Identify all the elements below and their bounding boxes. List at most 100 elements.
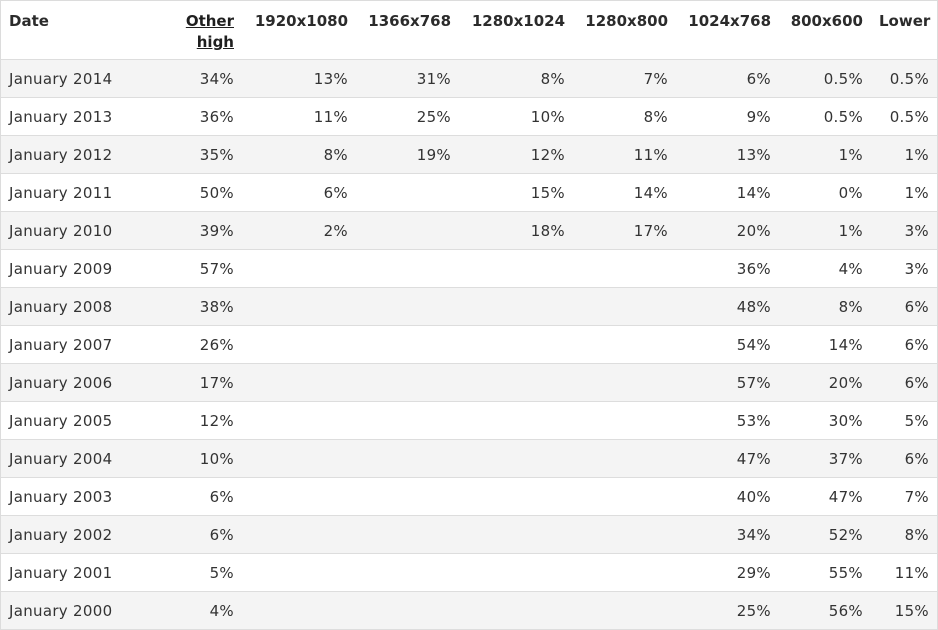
value-cell-other-high: 34% (161, 59, 242, 98)
column-header-link-other-high[interactable]: Other high (169, 11, 234, 53)
table-row: January 2011 50% 6% 15% 14% 14% 0% 1% (1, 173, 937, 212)
value-cell-other-high: 50% (161, 173, 242, 212)
value-cell-1920x1080 (242, 249, 356, 288)
table-row: January 2003 6% 40% 47% 7% (1, 477, 937, 516)
value-cell-1280x800 (573, 591, 676, 630)
value-cell-1280x1024: 15% (459, 173, 573, 212)
date-cell: January 2003 (1, 477, 161, 516)
value-cell-1280x1024 (459, 515, 573, 554)
value-cell-1280x1024 (459, 553, 573, 592)
column-header-other-high: Other high (161, 1, 242, 60)
value-cell-1024x768: 13% (676, 135, 779, 174)
value-cell-1366x768 (356, 287, 459, 326)
value-cell-800x600: 8% (779, 287, 871, 326)
value-cell-1024x768: 54% (676, 325, 779, 364)
value-cell-1280x800: 8% (573, 97, 676, 136)
value-cell-1920x1080 (242, 401, 356, 440)
value-cell-800x600: 37% (779, 439, 871, 478)
value-cell-1280x800: 14% (573, 173, 676, 212)
value-cell-lower: 0.5% (871, 97, 937, 136)
table-row: January 2002 6% 34% 52% 8% (1, 515, 937, 554)
table-header: Date Other high 1920x1080 1366x768 1280x1024… (1, 1, 937, 60)
value-cell-1280x1024 (459, 325, 573, 364)
screen-resolution-table: Date Other high 1920x1080 1366x768 1280x1024… (1, 1, 937, 630)
value-cell-1024x768: 25% (676, 591, 779, 630)
value-cell-1920x1080 (242, 363, 356, 402)
value-cell-lower: 5% (871, 401, 937, 440)
date-cell: January 2012 (1, 135, 161, 174)
value-cell-other-high: 39% (161, 211, 242, 250)
table-row: January 2007 26% 54% 14% 6% (1, 325, 937, 364)
value-cell-1366x768 (356, 173, 459, 212)
value-cell-1280x1024 (459, 591, 573, 630)
value-cell-800x600: 20% (779, 363, 871, 402)
value-cell-lower: 11% (871, 553, 937, 592)
value-cell-800x600: 1% (779, 211, 871, 250)
value-cell-1366x768 (356, 249, 459, 288)
value-cell-other-high: 10% (161, 439, 242, 478)
column-header-date: Date (1, 1, 161, 60)
value-cell-800x600: 1% (779, 135, 871, 174)
value-cell-1024x768: 9% (676, 97, 779, 136)
value-cell-1024x768: 57% (676, 363, 779, 402)
value-cell-1366x768: 31% (356, 59, 459, 98)
table-body: January 2014 34% 13% 31% 8% 7% 6% 0.5% 0.5% Janua… (1, 59, 937, 630)
value-cell-1366x768 (356, 363, 459, 402)
value-cell-lower: 1% (871, 135, 937, 174)
date-cell: January 2006 (1, 363, 161, 402)
column-header-1280x800: 1280x800 (573, 1, 676, 60)
value-cell-1920x1080 (242, 477, 356, 516)
date-cell: January 2011 (1, 173, 161, 212)
value-cell-800x600: 0.5% (779, 59, 871, 98)
date-cell: January 2013 (1, 97, 161, 136)
value-cell-1024x768: 40% (676, 477, 779, 516)
value-cell-other-high: 17% (161, 363, 242, 402)
value-cell-lower: 6% (871, 287, 937, 326)
value-cell-1366x768 (356, 591, 459, 630)
value-cell-other-high: 6% (161, 515, 242, 554)
value-cell-1280x1024: 10% (459, 97, 573, 136)
value-cell-1024x768: 34% (676, 515, 779, 554)
value-cell-1280x1024 (459, 363, 573, 402)
value-cell-1366x768 (356, 211, 459, 250)
value-cell-1280x800 (573, 363, 676, 402)
date-cell: January 2005 (1, 401, 161, 440)
table-row: January 2009 57% 36% 4% 3% (1, 249, 937, 288)
value-cell-other-high: 36% (161, 97, 242, 136)
value-cell-800x600: 14% (779, 325, 871, 364)
value-cell-lower: 0.5% (871, 59, 937, 98)
value-cell-1280x800 (573, 515, 676, 554)
value-cell-1024x768: 47% (676, 439, 779, 478)
date-cell: January 2009 (1, 249, 161, 288)
table-row: January 2010 39% 2% 18% 17% 20% 1% 3% (1, 211, 937, 250)
value-cell-1280x800 (573, 287, 676, 326)
value-cell-1024x768: 14% (676, 173, 779, 212)
date-cell: January 2000 (1, 591, 161, 630)
value-cell-1366x768 (356, 553, 459, 592)
value-cell-other-high: 4% (161, 591, 242, 630)
value-cell-800x600: 56% (779, 591, 871, 630)
value-cell-800x600: 55% (779, 553, 871, 592)
value-cell-1920x1080: 11% (242, 97, 356, 136)
value-cell-1366x768 (356, 439, 459, 478)
date-cell: January 2008 (1, 287, 161, 326)
value-cell-1920x1080 (242, 515, 356, 554)
value-cell-other-high: 26% (161, 325, 242, 364)
column-header-1366x768: 1366x768 (356, 1, 459, 60)
value-cell-1024x768: 53% (676, 401, 779, 440)
table-row: January 2008 38% 48% 8% 6% (1, 287, 937, 326)
value-cell-other-high: 35% (161, 135, 242, 174)
value-cell-lower: 7% (871, 477, 937, 516)
value-cell-1920x1080: 6% (242, 173, 356, 212)
date-cell: January 2007 (1, 325, 161, 364)
value-cell-1920x1080 (242, 287, 356, 326)
value-cell-1280x800: 11% (573, 135, 676, 174)
value-cell-1920x1080: 8% (242, 135, 356, 174)
value-cell-1024x768: 36% (676, 249, 779, 288)
value-cell-lower: 6% (871, 439, 937, 478)
value-cell-lower: 6% (871, 363, 937, 402)
value-cell-1366x768 (356, 515, 459, 554)
value-cell-1920x1080 (242, 439, 356, 478)
value-cell-1366x768 (356, 325, 459, 364)
value-cell-1280x800 (573, 477, 676, 516)
